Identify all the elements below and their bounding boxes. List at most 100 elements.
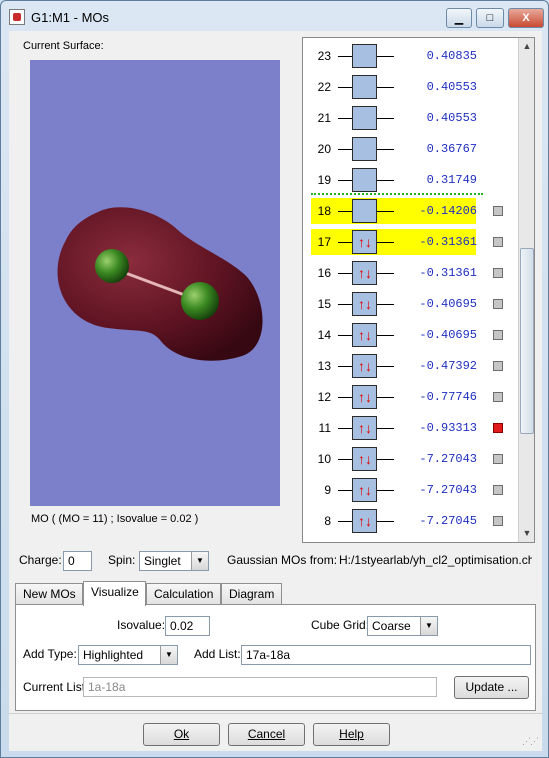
vertical-scrollbar[interactable]: ▲ ▼ (518, 38, 534, 542)
mo-visibility-checkbox[interactable] (493, 330, 503, 340)
mo-row[interactable]: 21 0.40553 (303, 105, 518, 131)
chevron-down-icon: ▼ (420, 617, 437, 635)
orbital-box[interactable]: ↑ ↓ (352, 261, 377, 285)
mo-energy: 0.31749 (426, 173, 477, 187)
ok-button[interactable]: Ok (143, 723, 220, 746)
mo-energy: -0.14206 (419, 204, 477, 218)
tab-calculation[interactable]: Calculation (146, 583, 221, 605)
mo-visibility-checkbox[interactable] (493, 361, 503, 371)
current-list-field: 1a-18a (83, 677, 437, 697)
mo-row[interactable]: 13 ↑ ↓ -0.47392 (303, 353, 518, 379)
resize-grip-icon[interactable]: ⋰⋰ (522, 736, 539, 747)
orbital-box[interactable]: ↑ ↓ (352, 447, 377, 471)
cancel-button[interactable]: Cancel (228, 723, 305, 746)
orbital-box[interactable]: ↑ ↓ (352, 509, 377, 533)
molecule-viewport[interactable] (30, 60, 280, 506)
cancel-label: Cancel (247, 727, 286, 741)
close-button[interactable]: X (508, 8, 544, 28)
spin-up-icon: ↑ (358, 482, 365, 498)
mo-number: 13 (317, 359, 331, 373)
mo-number: 14 (317, 328, 331, 342)
mo-visibility-checkbox[interactable] (493, 237, 503, 247)
orbital-box[interactable]: ↑ ↓ (352, 478, 377, 502)
mo-window: G1:M1 - MOs ▁ □ X Current Surface: MO (… (0, 0, 549, 758)
orbital-box[interactable]: ↑ ↓ (352, 416, 377, 440)
mo-visibility-checkbox[interactable] (493, 268, 503, 278)
orbital-box[interactable] (352, 44, 377, 68)
mo-energy-diagram[interactable]: 23 0.40835 22 0.40553 21 0.40553 20 0.36767 19 0.… (302, 37, 535, 543)
chlorine-atom (95, 249, 129, 283)
mo-number: 9 (324, 483, 331, 497)
cube-grid-select[interactable]: Coarse ▼ (367, 616, 438, 636)
mo-visibility-checkbox[interactable] (493, 485, 503, 495)
chevron-down-icon: ▼ (160, 646, 177, 664)
mo-row[interactable]: 19 0.31749 (303, 167, 518, 193)
mo-row[interactable]: 23 0.40835 (303, 43, 518, 69)
tab-diagram[interactable]: Diagram (221, 583, 282, 605)
ok-label: Ok (173, 727, 190, 741)
mo-row[interactable]: 14 ↑ ↓ -0.40695 (303, 322, 518, 348)
tab-visualize[interactable]: Visualize (83, 581, 146, 606)
separator (9, 713, 542, 714)
mo-visibility-checkbox[interactable] (493, 423, 503, 433)
mo-visibility-checkbox[interactable] (493, 299, 503, 309)
mo-visibility-checkbox[interactable] (493, 516, 503, 526)
title-bar[interactable]: G1:M1 - MOs ▁ □ X (1, 1, 548, 31)
orbital-box[interactable]: ↑ ↓ (352, 385, 377, 409)
cube-grid-label: Cube Grid: (311, 618, 370, 632)
spin-select[interactable]: Singlet ▼ (139, 551, 209, 571)
tab-new-mos[interactable]: New MOs (15, 583, 83, 605)
mo-row[interactable]: 11 ↑ ↓ -0.93313 (303, 415, 518, 441)
mo-row[interactable]: 10 ↑ ↓ -7.27043 (303, 446, 518, 472)
spin-down-icon: ↓ (365, 389, 372, 405)
orbital-box[interactable] (352, 75, 377, 99)
orbital-box[interactable]: ↑ ↓ (352, 292, 377, 316)
spin-down-icon: ↓ (365, 296, 372, 312)
mo-energy: -7.27043 (419, 452, 477, 466)
orbital-box[interactable]: ↑ ↓ (352, 323, 377, 347)
maximize-icon: □ (486, 12, 494, 24)
mo-visibility-checkbox[interactable] (493, 392, 503, 402)
add-list-field[interactable]: 17a-18a (241, 645, 531, 665)
help-button[interactable]: Help (313, 723, 390, 746)
isovalue-label: Isovalue: (117, 618, 166, 632)
orbital-box[interactable] (352, 106, 377, 130)
mo-caption: MO ( (MO = 11) ; Isovalue = 0.02 ) (31, 513, 199, 525)
mo-row[interactable]: 15 ↑ ↓ -0.40695 (303, 291, 518, 317)
maximize-button[interactable]: □ (476, 8, 504, 28)
mo-number: 18 (317, 204, 331, 218)
spin-down-icon: ↓ (365, 234, 372, 250)
charge-field[interactable]: 0 (63, 551, 92, 571)
mo-row[interactable]: 18 -0.14206 (311, 198, 503, 224)
spin-up-icon: ↑ (358, 327, 365, 343)
mo-visibility-checkbox[interactable] (493, 454, 503, 464)
mo-energy: -0.40695 (419, 328, 477, 342)
minimize-button[interactable]: ▁ (446, 8, 472, 28)
mo-row[interactable]: 8 ↑ ↓ -7.27045 (303, 508, 518, 534)
mo-row[interactable]: 22 0.40553 (303, 74, 518, 100)
add-list-label: Add List: (194, 647, 241, 661)
orbital-box[interactable] (352, 199, 377, 223)
mo-visibility-checkbox[interactable] (493, 206, 503, 216)
spin-down-icon: ↓ (365, 451, 372, 467)
mo-row[interactable]: 9 ↑ ↓ -7.27043 (303, 477, 518, 503)
mo-energy: 0.40553 (426, 111, 477, 125)
isovalue-field[interactable]: 0.02 (165, 616, 210, 636)
mo-row[interactable]: 17 ↑ ↓ -0.31361 (311, 229, 503, 255)
orbital-box[interactable]: ↑ ↓ (352, 354, 377, 378)
orbital-box[interactable]: ↑ ↓ (352, 230, 377, 254)
mo-number: 17 (317, 235, 331, 249)
update-button[interactable]: Update ... (454, 676, 529, 699)
scroll-down-icon[interactable]: ▼ (519, 525, 534, 542)
mo-row[interactable]: 20 0.36767 (303, 136, 518, 162)
spin-down-icon: ↓ (365, 265, 372, 281)
mo-row[interactable]: 12 ↑ ↓ -0.77746 (303, 384, 518, 410)
mo-row[interactable]: 16 ↑ ↓ -0.31361 (303, 260, 518, 286)
add-type-select[interactable]: Highlighted ▼ (78, 645, 178, 665)
scroll-up-icon[interactable]: ▲ (519, 38, 534, 55)
scroll-thumb[interactable] (520, 248, 534, 434)
orbital-box[interactable] (352, 137, 377, 161)
homo-lumo-divider (311, 193, 483, 195)
orbital-box[interactable] (352, 168, 377, 192)
mo-energy: -7.27043 (419, 483, 477, 497)
